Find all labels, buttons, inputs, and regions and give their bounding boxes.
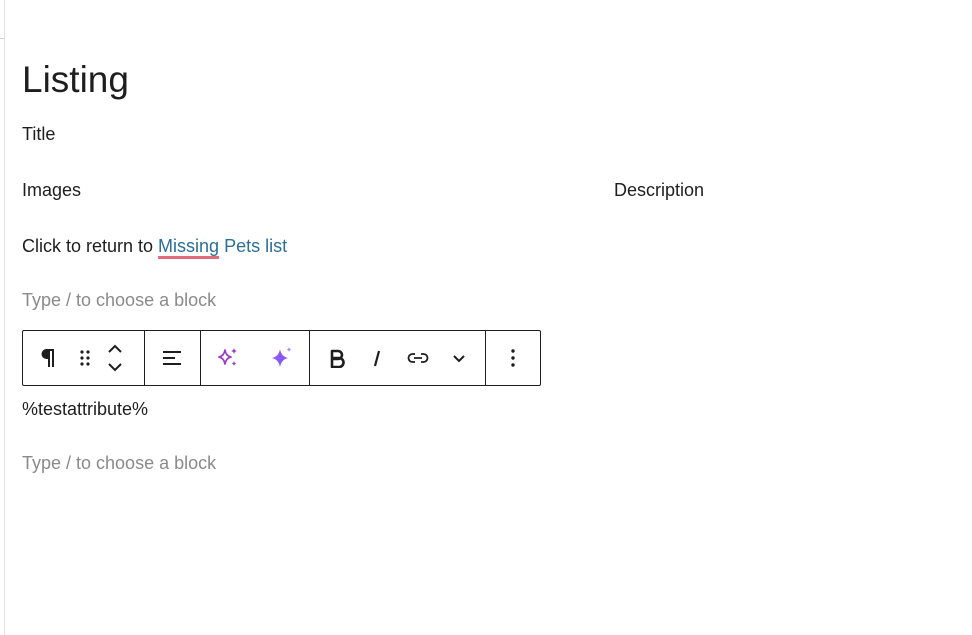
move-down-button[interactable] bbox=[107, 358, 123, 378]
images-field[interactable]: Images bbox=[22, 178, 81, 202]
toolbar-ai-group bbox=[201, 331, 311, 385]
paragraph-button[interactable] bbox=[31, 331, 67, 385]
return-prefix-text: Click to return to bbox=[22, 236, 159, 256]
options-button[interactable] bbox=[495, 331, 531, 385]
more-options-icon bbox=[511, 349, 515, 367]
bold-button[interactable] bbox=[319, 331, 355, 385]
return-paragraph[interactable]: Click to return to Missing Pets list bbox=[22, 234, 287, 258]
link-icon bbox=[407, 353, 429, 363]
block-placeholder[interactable]: Type / to choose a block bbox=[22, 288, 216, 312]
block-placeholder[interactable]: Type / to choose a block bbox=[22, 451, 216, 475]
editor-canvas: Listing Title Images Description Click t… bbox=[22, 0, 962, 635]
spellcheck-word: Missing bbox=[158, 236, 220, 256]
align-icon bbox=[163, 351, 182, 365]
toolbar-block-group bbox=[23, 331, 145, 385]
link-rest-text: Pets list bbox=[219, 236, 288, 256]
ai-sparkle-filled-icon bbox=[272, 347, 292, 367]
link-button[interactable] bbox=[400, 331, 436, 385]
ai-assist-button[interactable] bbox=[210, 331, 246, 385]
missing-pets-link[interactable]: Missing Pets list bbox=[158, 236, 287, 256]
title-field[interactable]: Title bbox=[22, 122, 55, 146]
toolbar-format-group bbox=[310, 331, 487, 385]
chevron-down-icon bbox=[453, 355, 465, 363]
move-down-icon bbox=[108, 363, 122, 372]
italic-button[interactable] bbox=[359, 331, 395, 385]
drag-handle-button[interactable] bbox=[67, 331, 103, 385]
align-button[interactable] bbox=[154, 331, 190, 385]
ai-generate-button[interactable] bbox=[264, 331, 300, 385]
more-formats-button[interactable] bbox=[441, 331, 477, 385]
page-title[interactable]: Listing bbox=[22, 58, 129, 102]
move-up-button[interactable] bbox=[107, 338, 123, 358]
paragraph-icon bbox=[41, 349, 54, 367]
block-mover bbox=[103, 331, 127, 385]
ai-sparkle-outline-icon bbox=[217, 348, 237, 366]
attribute-paragraph[interactable]: %testattribute% bbox=[22, 397, 148, 421]
toolbar-options-group bbox=[486, 331, 540, 385]
toolbar-align-group bbox=[145, 331, 201, 385]
drag-handle-icon bbox=[80, 350, 90, 366]
description-field[interactable]: Description bbox=[614, 178, 704, 202]
move-up-icon bbox=[108, 344, 122, 353]
bold-icon bbox=[330, 349, 345, 368]
italic-icon bbox=[374, 350, 381, 367]
block-toolbar bbox=[22, 330, 541, 386]
left-border bbox=[4, 0, 5, 635]
